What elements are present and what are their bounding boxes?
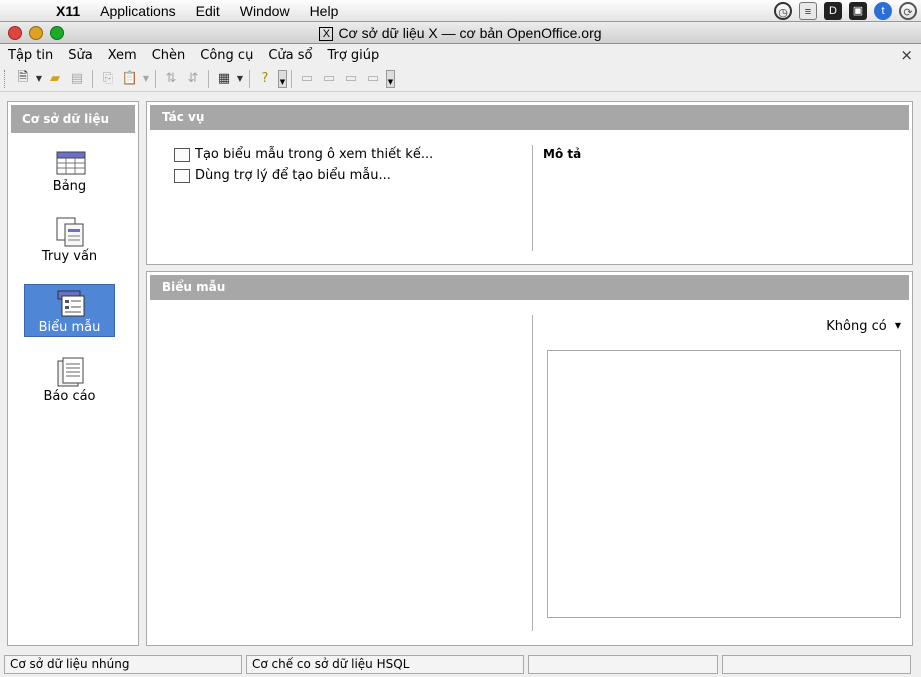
toolbar-grip[interactable] [4, 69, 6, 88]
menu-extras: ◷ ≡ D ▣ t ⟳ [774, 2, 917, 20]
edit-menu[interactable]: Edit [196, 3, 220, 19]
status-db-engine: Cơ chế co sở dữ liệu HSQL [246, 655, 524, 674]
standard-toolbar: 🗎 ▼ ▰ ▤ ⎘ 📋 ▼ ⇅ ⇵ ▦ ▼ ? ▼ ▭ ▭ ▭ ▭ ▼ [0, 66, 921, 92]
form-dropdown-icon[interactable]: ▼ [235, 69, 245, 89]
forms-panel: Biểu mẫu Không có ▼ [146, 271, 913, 646]
x11-window-icon: X [319, 27, 334, 41]
menu-file[interactable]: Tập tin [8, 48, 53, 63]
sidebar-item-label: Biểu mẫu [38, 320, 101, 335]
open-db-object-icon[interactable]: ▭ [296, 69, 318, 89]
database-sidebar: Cơ sở dữ liệu Bảng Truy vấn Biểu mẫu Báo… [7, 101, 139, 646]
table-icon [56, 151, 85, 175]
preview-mode-select[interactable]: Không có ▼ [826, 319, 901, 334]
copy-icon[interactable]: ⎘ [97, 69, 119, 89]
script-icon[interactable]: ≡ [799, 2, 817, 20]
status-field-3 [528, 655, 718, 674]
toolbar-separator [155, 69, 156, 88]
mac-menubar: X11 Applications Edit Window Help ◷ ≡ D … [0, 0, 921, 22]
tasks-header: Tác vụ [150, 105, 909, 130]
rename-db-object-icon[interactable]: ▭ [362, 69, 384, 89]
form-icon[interactable]: ▦ [213, 69, 235, 89]
delete-db-object-icon[interactable]: ▭ [340, 69, 362, 89]
sidebar-item-label: Truy vấn [41, 249, 98, 264]
applications-menu[interactable]: Applications [100, 3, 176, 19]
status-embedded-db: Cơ sở dữ liệu nhúng [4, 655, 242, 674]
form-preview-area [547, 350, 901, 618]
tasks-divider [532, 145, 533, 251]
menu-insert[interactable]: Chèn [152, 48, 186, 63]
sidebar-header: Cơ sở dữ liệu [11, 105, 135, 133]
window-title: Cơ sở dữ liệu X — cơ bản OpenOffice.org [338, 25, 602, 41]
tasks-panel: Tác vụ Tạo biểu mẫu trong ô xem thiết kế… [146, 101, 913, 265]
new-dropdown-icon[interactable]: ▼ [34, 69, 44, 89]
sidebar-item-reports[interactable]: Báo cáo [24, 354, 115, 407]
forms-header: Biểu mẫu [150, 275, 909, 300]
open-folder-icon[interactable]: ▰ [44, 69, 66, 89]
application-area: Tập tin Sửa Xem Chèn Công cụ Cửa sổ Trợ … [0, 44, 921, 677]
task-create-in-design-view[interactable]: Tạo biểu mẫu trong ô xem thiết kế... [174, 147, 433, 162]
window-titlebar[interactable]: X Cơ sở dữ liệu X — cơ bản OpenOffice.org [0, 22, 921, 44]
help-menu[interactable]: Help [310, 3, 339, 19]
sidebar-item-label: Báo cáo [43, 389, 96, 404]
window-title-text: X Cơ sở dữ liệu X — cơ bản OpenOffice.org [0, 25, 921, 41]
paste-icon[interactable]: 📋 [119, 69, 141, 89]
form-icon [57, 290, 84, 317]
x11-menu[interactable]: X11 [56, 3, 80, 19]
menu-edit[interactable]: Sửa [68, 48, 92, 63]
preview-mode-value: Không có [826, 319, 887, 334]
sidebar-item-forms[interactable]: Biểu mẫu [24, 284, 115, 337]
new-document-icon[interactable]: 🗎 [12, 69, 34, 89]
query-icon [56, 217, 83, 247]
forms-divider [532, 315, 533, 631]
sync-icon[interactable]: ⟳ [899, 2, 917, 20]
sidebar-item-queries[interactable]: Truy vấn [24, 214, 115, 267]
toolbar-separator [249, 69, 250, 88]
save-icon[interactable]: ▤ [66, 69, 88, 89]
task-label: Tạo biểu mẫu trong ô xem thiết kế... [195, 147, 434, 162]
toolbar2-overflow-icon[interactable]: ▼ [386, 69, 395, 88]
close-document-button[interactable]: × [900, 46, 913, 64]
paste-dropdown-icon[interactable]: ▼ [141, 69, 151, 89]
wizard-icon [174, 168, 190, 183]
help-icon[interactable]: ? [254, 69, 276, 89]
toolbar-overflow-icon[interactable]: ▼ [278, 69, 287, 88]
task-label: Dùng trợ lý để tạo biểu mẫu... [195, 168, 391, 183]
statusbar: Cơ sở dữ liệu nhúng Cơ chế co sở dữ liệu… [0, 652, 921, 677]
menu-window[interactable]: Cửa sổ [268, 48, 312, 63]
toolbar-separator [92, 69, 93, 88]
sort-ascending-icon[interactable]: ⇅ [160, 69, 182, 89]
window-menu[interactable]: Window [240, 3, 290, 19]
edit-db-object-icon[interactable]: ▭ [318, 69, 340, 89]
t-app-icon[interactable]: t [874, 2, 892, 20]
media-icon[interactable]: ▣ [849, 2, 867, 20]
chevron-down-icon: ▼ [894, 321, 901, 330]
design-view-icon [174, 147, 190, 162]
toolbar-separator [291, 69, 292, 88]
menu-help[interactable]: Trợ giúp [327, 48, 379, 63]
menu-view[interactable]: Xem [108, 48, 137, 63]
app-menubar: Tập tin Sửa Xem Chèn Công cụ Cửa sổ Trợ … [0, 44, 921, 66]
status-field-4 [722, 655, 911, 674]
sort-descending-icon[interactable]: ⇵ [182, 69, 204, 89]
description-label: Mô tả [543, 147, 582, 161]
timer-icon[interactable]: ◷ [774, 2, 792, 20]
toolbar-separator [208, 69, 209, 88]
sidebar-item-tables[interactable]: Bảng [24, 144, 115, 197]
d-app-icon[interactable]: D [824, 2, 842, 20]
sidebar-item-label: Bảng [52, 179, 87, 194]
menu-tools[interactable]: Công cụ [200, 48, 253, 63]
report-icon [57, 357, 83, 387]
task-use-wizard[interactable]: Dùng trợ lý để tạo biểu mẫu... [174, 168, 391, 183]
